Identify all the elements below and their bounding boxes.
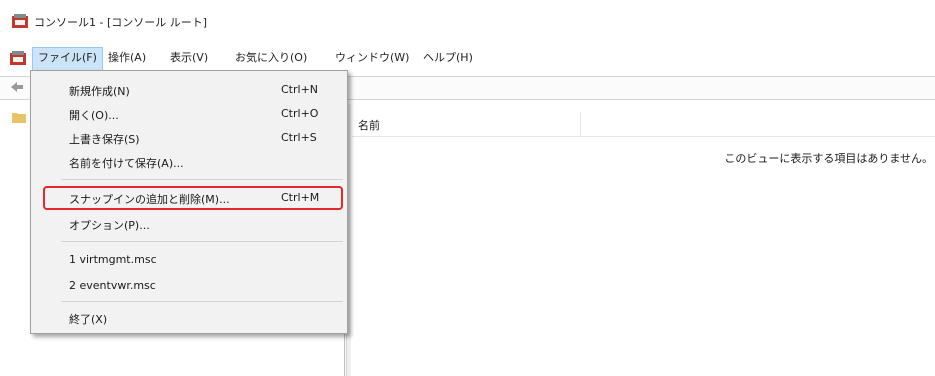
menu-help[interactable]: ヘルプ(H) (418, 47, 478, 69)
menu-item-new[interactable]: 新規作成(N) Ctrl+N (31, 77, 347, 103)
menu-file[interactable]: ファイル(F) (32, 47, 103, 71)
menu-item-save-as[interactable]: 名前を付けて保存(A)... (31, 149, 347, 175)
folder-icon (12, 113, 26, 123)
column-separator[interactable] (580, 112, 581, 136)
menu-view[interactable]: 表示(V) (165, 47, 213, 69)
menu-item-save[interactable]: 上書き保存(S) Ctrl+S (31, 125, 347, 151)
menu-item-shortcut: Ctrl+O (281, 107, 319, 120)
menu-item-label: 名前を付けて保存(A)... (69, 157, 184, 170)
menu-item-label: 開く(O)... (69, 109, 119, 122)
menu-item-label: 1 virtmgmt.msc (69, 253, 157, 266)
menu-separator (61, 241, 343, 242)
menu-item-recent-2[interactable]: 2 eventvwr.msc (31, 273, 347, 299)
menu-item-label: 2 eventvwr.msc (69, 279, 156, 292)
menu-item-label: 新規作成(N) (69, 85, 130, 98)
back-arrow-icon[interactable] (10, 80, 24, 94)
column-header: 名前 (352, 112, 935, 137)
menu-item-recent-1[interactable]: 1 virtmgmt.msc (31, 247, 347, 273)
menu-item-shortcut: Ctrl+M (281, 191, 320, 204)
menu-item-options[interactable]: オプション(P)... (31, 211, 347, 237)
menu-separator (61, 179, 343, 180)
menu-window[interactable]: ウィンドウ(W) (330, 47, 414, 69)
menu-item-open[interactable]: 開く(O)... Ctrl+O (31, 101, 347, 127)
menu-item-exit[interactable]: 終了(X) (31, 305, 347, 331)
menu-action[interactable]: 操作(A) (103, 47, 151, 69)
menu-item-label: スナップインの追加と削除(M)... (69, 193, 230, 206)
mmc-app-icon[interactable] (10, 51, 26, 65)
menu-item-label: オプション(P)... (69, 219, 150, 232)
menu-item-shortcut: Ctrl+N (281, 83, 319, 96)
menu-separator (61, 301, 343, 302)
mmc-app-icon (12, 14, 28, 28)
menu-item-label: 終了(X) (69, 313, 108, 326)
window-title: コンソール1 - [コンソール ルート] (34, 16, 208, 29)
title-bar: コンソール1 - [コンソール ルート] (0, 0, 935, 40)
file-menu-dropdown: 新規作成(N) Ctrl+N 開く(O)... Ctrl+O 上書き保存(S) … (30, 70, 348, 334)
results-pane: 名前 このビューに表示する項目はありません。 (352, 104, 935, 376)
empty-view-message: このビューに表示する項目はありません。 (724, 152, 933, 165)
column-name-header[interactable]: 名前 (358, 117, 380, 133)
menu-item-add-remove-snapin[interactable]: スナップインの追加と削除(M)... Ctrl+M (31, 185, 347, 211)
menu-favorites[interactable]: お気に入り(O) (230, 47, 312, 69)
menu-item-shortcut: Ctrl+S (281, 131, 317, 144)
menu-item-label: 上書き保存(S) (69, 133, 140, 146)
